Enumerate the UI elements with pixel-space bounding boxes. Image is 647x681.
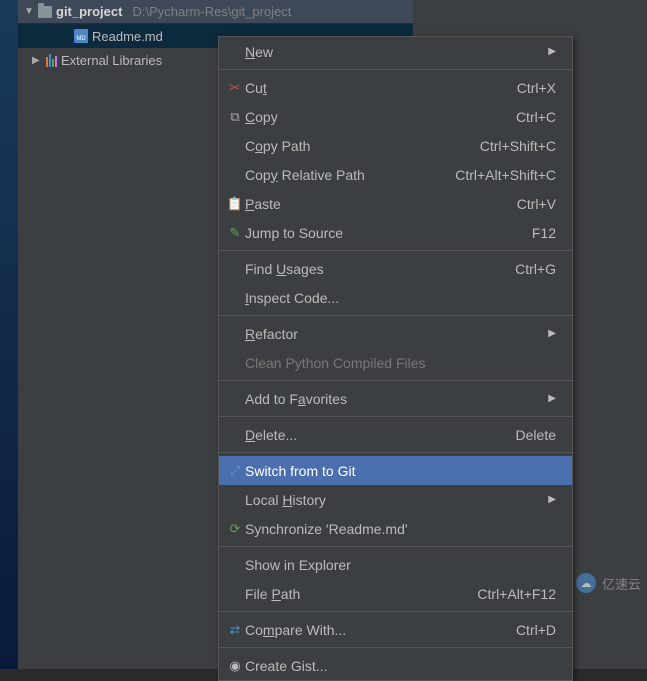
menu-refactor[interactable]: Refactor [219,319,572,348]
menu-label-text: Clean Python Compiled Files [245,355,556,371]
submenu-arrow-icon [546,494,556,505]
sync-icon: ⟳ [225,521,245,537]
menu-jump-to-source[interactable]: ✎ Jump to Source F12 [219,218,572,247]
menu-show-in-explorer[interactable]: Show in Explorer [219,550,572,579]
ide-window: git_project D:\Pycharm-Res\git_project M… [18,0,647,669]
menu-label-text: ew [255,44,273,60]
submenu-arrow-icon [546,46,556,57]
menu-new[interactable]: New [219,37,572,66]
menu-separator [219,647,572,648]
menu-shortcut: Ctrl+X [517,80,556,96]
folder-icon [38,6,52,18]
menu-find-usages[interactable]: Find Usages Ctrl+G [219,254,572,283]
compare-icon: ⇄ [225,622,245,638]
menu-separator [219,452,572,453]
menu-separator [219,250,572,251]
external-libraries-label: External Libraries [61,53,162,68]
copy-icon: ⧉ [225,109,245,125]
menu-label-text: Show in Explorer [245,557,556,573]
project-path-label: D:\Pycharm-Res\git_project [132,4,291,19]
expand-arrow-icon[interactable] [24,6,34,17]
menu-shortcut: Delete [516,427,556,443]
expand-arrow-icon[interactable] [32,55,42,66]
menu-create-gist[interactable]: ◉ Create Gist... [219,651,572,680]
pencil-icon: ✎ [225,225,245,241]
watermark-logo-icon: ☁ [576,573,596,593]
menu-file-path[interactable]: File Path Ctrl+Alt+F12 [219,579,572,608]
menu-delete[interactable]: Delete... Delete [219,420,572,449]
menu-cut[interactable]: ✂ Cut Ctrl+X [219,73,572,102]
menu-synchronize[interactable]: ⟳ Synchronize 'Readme.md' [219,514,572,543]
submenu-arrow-icon [546,328,556,339]
watermark: ☁ 亿速云 [576,573,641,593]
menu-copy-path[interactable]: Copy Path Ctrl+Shift+C [219,131,572,160]
menu-label-text: Jump to Source [245,225,532,241]
menu-separator [219,69,572,70]
git-switch-icon: ⤢ [225,463,245,479]
menu-shortcut: F12 [532,225,556,241]
menu-label-text: Create Gist... [245,658,556,674]
menu-shortcut: Ctrl+Alt+Shift+C [455,167,556,183]
menu-shortcut: Ctrl+G [515,261,556,277]
menu-compare-with[interactable]: ⇄ Compare With... Ctrl+D [219,615,572,644]
menu-label-text: Switch from to Git [245,463,556,479]
menu-local-history[interactable]: Local History [219,485,572,514]
github-icon: ◉ [225,658,245,674]
menu-shortcut: Ctrl+V [517,196,556,212]
menu-label-text: Synchronize 'Readme.md' [245,521,556,537]
scissors-icon: ✂ [225,80,245,96]
menu-copy-relative-path[interactable]: Copy Relative Path Ctrl+Alt+Shift+C [219,160,572,189]
clipboard-icon: 📋 [225,196,245,212]
watermark-text: 亿速云 [602,574,641,593]
library-icon [46,53,57,67]
menu-separator [219,546,572,547]
menu-shortcut: Ctrl+Alt+F12 [477,586,556,602]
context-menu: New ✂ Cut Ctrl+X ⧉ Copy Ctrl+C Copy Path… [218,36,573,681]
menu-shortcut: Ctrl+Shift+C [480,138,556,154]
menu-shortcut: Ctrl+C [516,109,556,125]
menu-separator [219,416,572,417]
desktop-background-strip [0,0,18,669]
file-name-label: Readme.md [92,29,163,44]
project-root-node[interactable]: git_project D:\Pycharm-Res\git_project [18,0,413,24]
submenu-arrow-icon [546,393,556,404]
menu-separator [219,380,572,381]
menu-shortcut: Ctrl+D [516,622,556,638]
menu-paste[interactable]: 📋 Paste Ctrl+V [219,189,572,218]
menu-separator [219,315,572,316]
menu-switch-to-git[interactable]: ⤢ Switch from to Git [219,456,572,485]
menu-inspect-code[interactable]: Inspect Code... [219,283,572,312]
markdown-file-icon: MD [74,29,88,43]
project-name-label: git_project [56,4,122,19]
menu-separator [219,611,572,612]
menu-clean-pyc: Clean Python Compiled Files [219,348,572,377]
menu-copy[interactable]: ⧉ Copy Ctrl+C [219,102,572,131]
menu-add-to-favorites[interactable]: Add to Favorites [219,384,572,413]
